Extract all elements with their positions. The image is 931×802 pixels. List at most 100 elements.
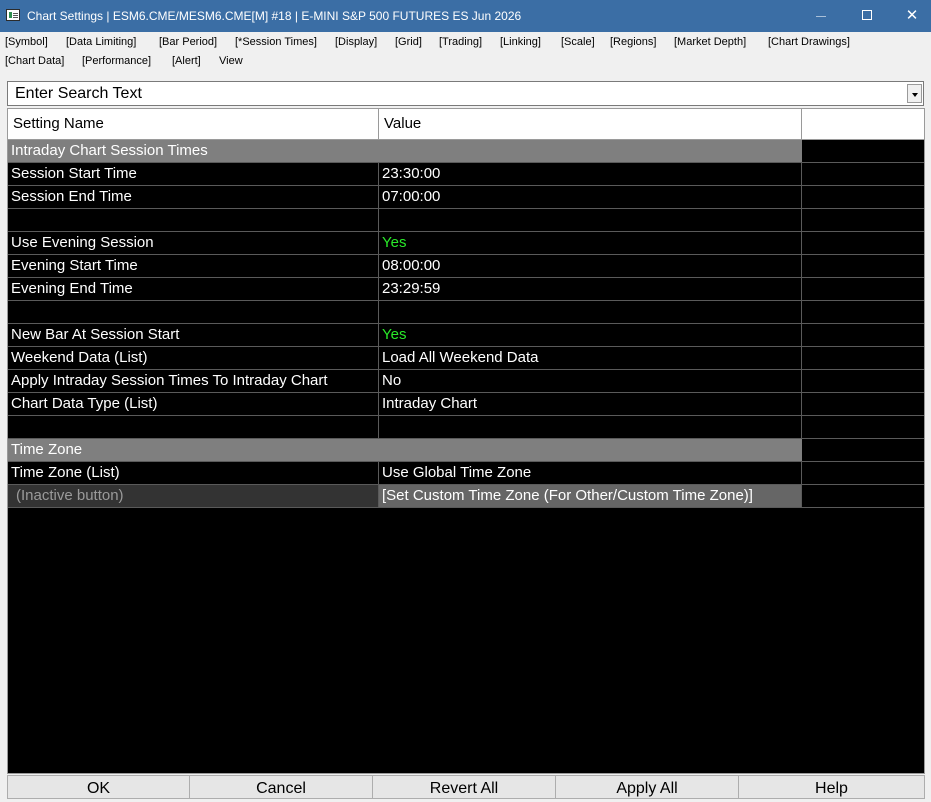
minimize-icon [816, 16, 826, 17]
table-row[interactable]: New Bar At Session Start Yes [8, 324, 924, 347]
menu-item-alert[interactable]: [Alert] [172, 53, 201, 69]
setting-name: Session End Time [8, 186, 379, 208]
setting-extra [802, 324, 924, 346]
blank-cell [802, 416, 924, 438]
setting-extra [802, 232, 924, 254]
menu-item-chart-data[interactable]: [Chart Data] [5, 53, 64, 69]
setting-value[interactable]: No [379, 370, 802, 392]
blank-cell [802, 209, 924, 231]
menu-item-market-depth[interactable]: [Market Depth] [674, 34, 746, 50]
menu-item-performance[interactable]: [Performance] [82, 53, 151, 69]
setting-extra [802, 278, 924, 300]
setting-extra [802, 485, 924, 507]
blank-row [8, 416, 924, 439]
table-row[interactable]: (Inactive button) [Set Custom Time Zone … [8, 485, 924, 508]
set-custom-time-zone-button[interactable]: [Set Custom Time Zone (For Other/Custom … [379, 485, 802, 507]
settings-grid: Setting Name Value Intraday Chart Sessio… [7, 108, 925, 774]
window-title: Chart Settings | ESM6.CME/MESM6.CME[M] #… [27, 9, 522, 23]
section-title: Intraday Chart Session Times [8, 140, 802, 162]
section-header: Intraday Chart Session Times [8, 140, 924, 163]
menu-item-chart-drawings[interactable]: [Chart Drawings] [768, 34, 850, 50]
menu-item-bar-period[interactable]: [Bar Period] [159, 34, 217, 50]
setting-extra [802, 186, 924, 208]
maximize-button[interactable] [844, 0, 890, 32]
settings-menu-bar: [Symbol] [Data Limiting] [Bar Period] [*… [0, 33, 931, 73]
setting-value[interactable]: 23:30:00 [379, 163, 802, 185]
value-header: Value [379, 109, 802, 139]
setting-extra [802, 370, 924, 392]
setting-name: Apply Intraday Session Times To Intraday… [8, 370, 379, 392]
app-chart-icon [6, 9, 20, 21]
menu-item-data-limiting[interactable]: [Data Limiting] [66, 34, 136, 50]
table-row[interactable]: Apply Intraday Session Times To Intraday… [8, 370, 924, 393]
section-header: Time Zone [8, 439, 924, 462]
setting-value[interactable]: 08:00:00 [379, 255, 802, 277]
setting-extra [802, 462, 924, 484]
setting-name: Session Start Time [8, 163, 379, 185]
table-row[interactable]: Session Start Time 23:30:00 [8, 163, 924, 186]
setting-name: New Bar At Session Start [8, 324, 379, 346]
table-row[interactable]: Session End Time 07:00:00 [8, 186, 924, 209]
blank-cell [379, 301, 802, 323]
blank-row [8, 209, 924, 232]
search-combo[interactable]: Enter Search Text [7, 81, 924, 106]
setting-value[interactable]: Yes [379, 324, 802, 346]
setting-value[interactable]: 23:29:59 [379, 278, 802, 300]
blank-cell [802, 301, 924, 323]
setting-name: Use Evening Session [8, 232, 379, 254]
menu-item-linking[interactable]: [Linking] [500, 34, 541, 50]
search-input[interactable]: Enter Search Text [15, 85, 142, 103]
blank-cell [379, 209, 802, 231]
table-row[interactable]: Weekend Data (List) Load All Weekend Dat… [8, 347, 924, 370]
blank-cell [8, 209, 379, 231]
close-icon: ✕ [905, 6, 919, 24]
menu-item-symbol[interactable]: [Symbol] [5, 34, 48, 50]
menu-item-session-times[interactable]: [*Session Times] [235, 34, 317, 50]
setting-extra [802, 347, 924, 369]
menu-item-regions[interactable]: [Regions] [610, 34, 656, 50]
maximize-icon [862, 10, 872, 20]
menu-item-display[interactable]: [Display] [335, 34, 377, 50]
section-title: Time Zone [8, 439, 802, 461]
setting-name: Evening Start Time [8, 255, 379, 277]
setting-name-header: Setting Name [8, 109, 379, 139]
setting-name: Time Zone (List) [8, 462, 379, 484]
setting-value[interactable]: Load All Weekend Data [379, 347, 802, 369]
table-row[interactable]: Use Evening Session Yes [8, 232, 924, 255]
window-titlebar: Chart Settings | ESM6.CME/MESM6.CME[M] #… [0, 0, 931, 32]
help-button[interactable]: Help [738, 775, 925, 799]
setting-extra [802, 255, 924, 277]
blank-cell [8, 416, 379, 438]
inactive-button-label: (Inactive button) [8, 485, 379, 507]
setting-name: Weekend Data (List) [8, 347, 379, 369]
table-row[interactable]: Evening Start Time 08:00:00 [8, 255, 924, 278]
blank-cell [8, 301, 379, 323]
setting-extra [802, 393, 924, 415]
apply-all-button[interactable]: Apply All [555, 775, 739, 799]
menu-item-trading[interactable]: [Trading] [439, 34, 482, 50]
blank-row [8, 301, 924, 324]
table-row[interactable]: Chart Data Type (List) Intraday Chart [8, 393, 924, 416]
close-button[interactable]: ✕ [889, 0, 931, 32]
table-row[interactable]: Time Zone (List) Use Global Time Zone [8, 462, 924, 485]
revert-all-button[interactable]: Revert All [372, 775, 556, 799]
chevron-down-icon [912, 93, 918, 97]
menu-item-view[interactable]: View [219, 53, 243, 69]
ok-button[interactable]: OK [7, 775, 190, 799]
setting-value[interactable]: 07:00:00 [379, 186, 802, 208]
dialog-footer: OK Cancel Revert All Apply All Help [7, 775, 925, 799]
menu-item-grid[interactable]: [Grid] [395, 34, 422, 50]
search-dropdown-button[interactable] [907, 84, 922, 103]
cancel-button[interactable]: Cancel [189, 775, 373, 799]
menu-item-scale[interactable]: [Scale] [561, 34, 595, 50]
setting-name: Chart Data Type (List) [8, 393, 379, 415]
extra-header [802, 109, 924, 139]
setting-value[interactable]: Use Global Time Zone [379, 462, 802, 484]
setting-value[interactable]: Intraday Chart [379, 393, 802, 415]
blank-cell [379, 416, 802, 438]
grid-header: Setting Name Value [8, 109, 924, 140]
table-row[interactable]: Evening End Time 23:29:59 [8, 278, 924, 301]
setting-value[interactable]: Yes [379, 232, 802, 254]
minimize-button[interactable] [798, 0, 844, 32]
setting-name: Evening End Time [8, 278, 379, 300]
